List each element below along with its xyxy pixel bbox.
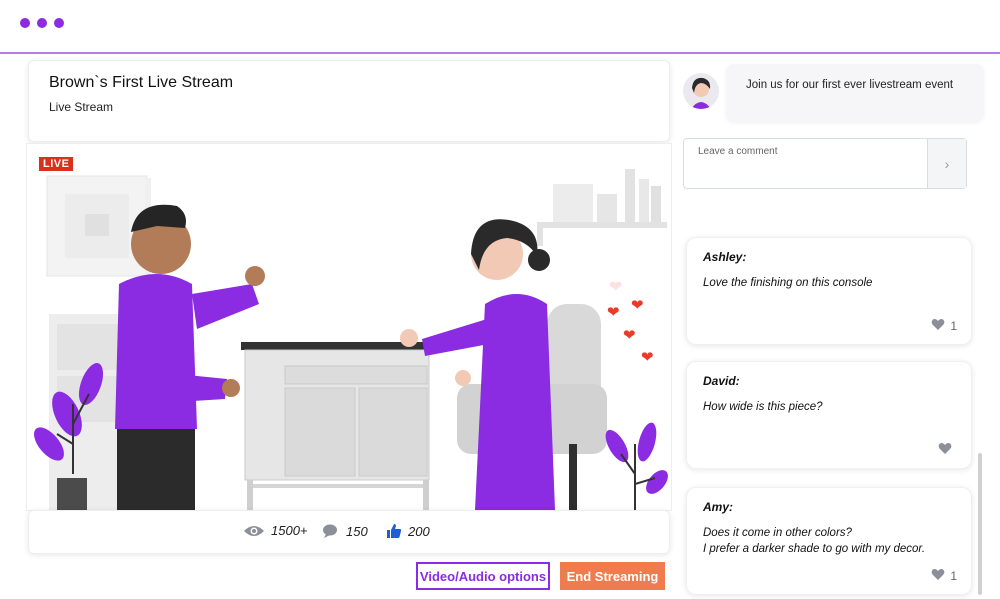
window-dot-3[interactable] bbox=[54, 18, 64, 28]
comments-count: 150 bbox=[346, 523, 368, 539]
stream-title: Brown`s First Live Stream bbox=[49, 74, 234, 91]
chat-author: David: bbox=[703, 374, 740, 388]
chat-message: Amy: Does it come in other colors? I pre… bbox=[686, 487, 972, 595]
svg-text:❤: ❤ bbox=[631, 297, 644, 314]
window-dot-2[interactable] bbox=[37, 18, 47, 28]
likes-count: 200 bbox=[408, 523, 430, 539]
window-dot-1[interactable] bbox=[20, 18, 30, 28]
chat-author: Ashley: bbox=[703, 250, 747, 264]
chat-like[interactable]: 1 bbox=[931, 318, 957, 334]
chat-text: Does it come in other colors? bbox=[703, 527, 852, 539]
heart-icon[interactable] bbox=[931, 318, 945, 334]
svg-text:❤: ❤ bbox=[609, 279, 622, 296]
views-count: 1500+ bbox=[271, 523, 308, 538]
like-count: 1 bbox=[950, 569, 957, 583]
divider bbox=[0, 52, 1000, 54]
chat-text: How wide is this piece? bbox=[703, 401, 823, 413]
chat-text: I prefer a darker shade to go with my de… bbox=[703, 543, 926, 555]
comment-icon bbox=[322, 523, 340, 539]
chat-scrollbar[interactable] bbox=[978, 453, 982, 595]
svg-text:❤: ❤ bbox=[623, 327, 636, 344]
video-audio-options-button[interactable]: Video/Audio options bbox=[416, 562, 550, 590]
views-stat: 1500+ bbox=[243, 523, 308, 538]
chevron-right-icon: › bbox=[944, 155, 950, 172]
eye-icon bbox=[243, 524, 265, 538]
end-streaming-button[interactable]: End Streaming bbox=[560, 562, 665, 590]
comments-stat: 150 bbox=[322, 523, 368, 539]
livestream-illustration: ❤ ❤ ❤ ❤ ❤ bbox=[34, 169, 668, 510]
thumbs-up-icon[interactable] bbox=[386, 523, 402, 539]
chat-like[interactable] bbox=[938, 442, 957, 458]
heart-icon[interactable] bbox=[931, 568, 945, 584]
stream-title-card: Brown`s First Live Stream Live Stream bbox=[28, 60, 670, 142]
chat-message: David: How wide is this piece? bbox=[686, 361, 972, 469]
live-badge: LIVE bbox=[39, 157, 74, 171]
heart-icon[interactable] bbox=[938, 442, 952, 458]
likes-stat: 200 bbox=[386, 523, 430, 539]
svg-text:❤: ❤ bbox=[607, 304, 620, 321]
video-player[interactable]: ❤ ❤ ❤ ❤ ❤ LIVE bbox=[26, 143, 672, 511]
send-comment-button[interactable]: › bbox=[927, 139, 966, 188]
host-message-bubble: Join us for our first ever livestream ev… bbox=[726, 64, 984, 122]
stream-stats-bar: 1500+ 150 200 bbox=[28, 510, 670, 554]
chat-author: Amy: bbox=[703, 500, 734, 514]
chat-text: Love the finishing on this console bbox=[703, 277, 873, 289]
comment-input[interactable]: Leave a comment › bbox=[683, 138, 967, 189]
chat-like[interactable]: 1 bbox=[931, 568, 957, 584]
chat-message: Ashley: Love the finishing on this conso… bbox=[686, 237, 972, 345]
host-avatar bbox=[683, 73, 719, 109]
stream-subtitle: Live Stream bbox=[49, 100, 114, 114]
like-count: 1 bbox=[950, 319, 957, 333]
host-message-text: Join us for our first ever livestream ev… bbox=[746, 79, 954, 91]
comment-placeholder[interactable]: Leave a comment bbox=[698, 146, 778, 157]
svg-text:❤: ❤ bbox=[641, 349, 654, 366]
window-top-bar bbox=[0, 0, 1000, 52]
